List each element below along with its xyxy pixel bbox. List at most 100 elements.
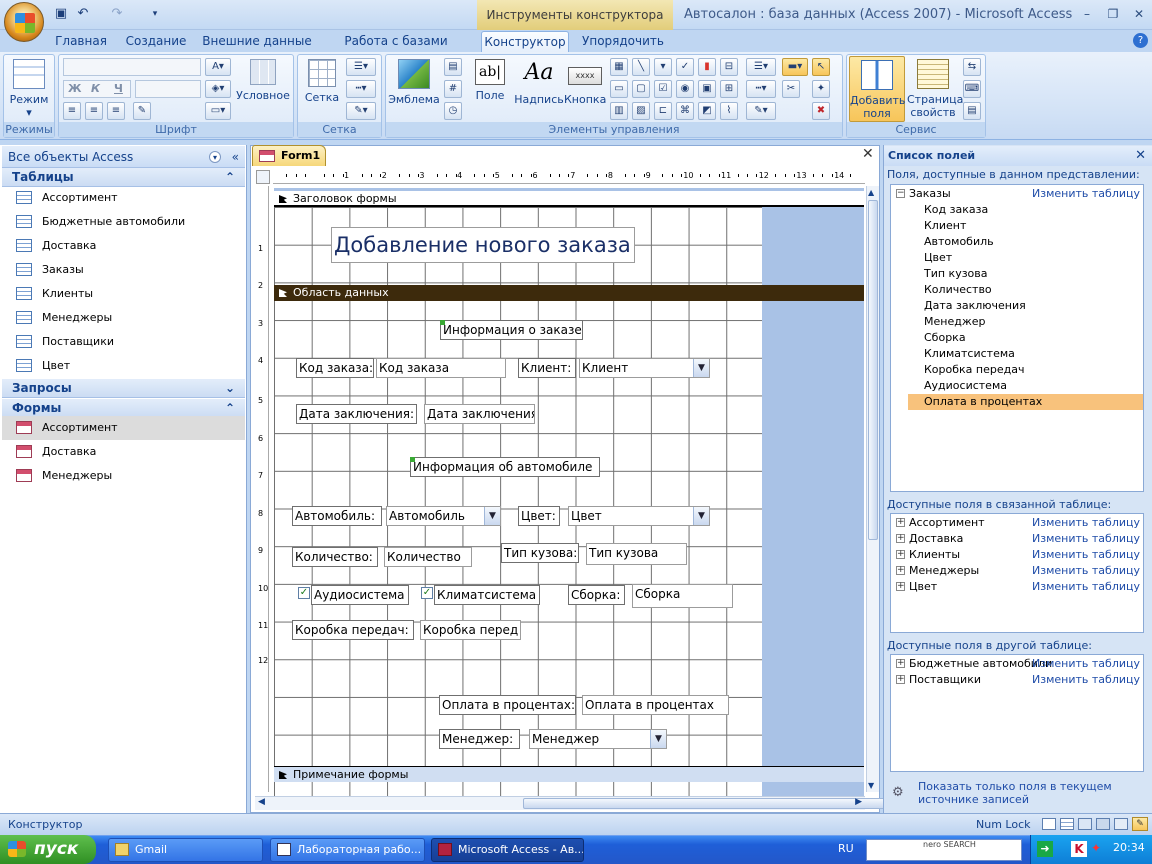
sound-icon[interactable]: ✦ — [1091, 841, 1101, 855]
nav-section-tables[interactable]: Таблицы ⌃ — [2, 168, 245, 187]
form-selector[interactable] — [256, 170, 270, 184]
nav-menu-icon[interactable]: ▾ — [209, 151, 221, 163]
payment-label[interactable]: Оплата в процентах: — [439, 695, 576, 715]
command-button[interactable]: xxxx Кнопка — [564, 59, 606, 106]
scroll-right-icon[interactable]: ▶ — [855, 797, 862, 807]
nav-table-item[interactable]: Заказы — [2, 258, 245, 282]
checkbox-icon[interactable]: ☑ — [654, 80, 672, 98]
nav-table-item[interactable]: Цвет — [2, 354, 245, 378]
audio-checkbox[interactable]: ✓ — [298, 587, 310, 599]
select-pointer-icon[interactable]: ↖ — [812, 58, 830, 76]
expand-icon[interactable]: + — [896, 675, 905, 684]
color-combo[interactable]: Цвет ▼ — [568, 506, 710, 526]
nav-form-item[interactable]: Ассортимент — [2, 416, 245, 440]
design-view-icon[interactable]: ✎ — [1132, 817, 1148, 831]
code-icon[interactable]: ⌨ — [963, 80, 981, 98]
nav-form-item[interactable]: Доставка — [2, 440, 245, 464]
form-title-label[interactable]: Добавление нового заказа — [331, 227, 635, 263]
quantity-field[interactable]: Количество — [384, 547, 472, 567]
assembly-label[interactable]: Сборка: — [568, 585, 625, 605]
tab-create[interactable]: Создание — [122, 31, 190, 53]
field-list-field[interactable]: Тип кузова — [908, 266, 1143, 282]
gearbox-label[interactable]: Коробка передач: — [292, 620, 414, 640]
edit-table-link[interactable]: Изменить таблицу — [1032, 656, 1140, 672]
toggle-icon[interactable]: ✓ — [676, 58, 694, 76]
pivot-view-icon[interactable] — [1078, 818, 1092, 830]
group-box-icon[interactable]: ▥ — [610, 102, 628, 120]
info-car-label[interactable]: Информация об автомобиле — [410, 457, 600, 477]
nero-search-box[interactable]: nero SEARCH — [866, 839, 1022, 861]
edit-table-link[interactable]: Изменить таблицу — [1032, 672, 1140, 688]
language-indicator[interactable]: RU — [838, 842, 854, 855]
line-type-icon[interactable]: ┅▾ — [346, 80, 376, 98]
italic-icon[interactable]: К — [91, 82, 100, 95]
car-combo[interactable]: Автомобиль ▼ — [386, 506, 501, 526]
line-color2-icon[interactable]: ✎▾ — [346, 102, 376, 120]
manager-label[interactable]: Менеджер: — [439, 729, 520, 749]
related-table-row[interactable]: + Цвет Изменить таблицу — [891, 579, 1143, 595]
combobox-icon[interactable]: ▾ — [654, 58, 672, 76]
tab-database-tools[interactable]: Работа с базами данных — [322, 31, 470, 69]
font-style-buttons[interactable]: Ж К Ч — [63, 80, 131, 98]
conditional-button[interactable]: Условное — [235, 59, 291, 102]
expand-icon[interactable]: + — [896, 659, 905, 668]
nav-table-item[interactable]: Поставщики — [2, 330, 245, 354]
nav-table-item[interactable]: Менеджеры — [2, 306, 245, 330]
body-type-label[interactable]: Тип кузова: — [501, 543, 579, 563]
expand-icon[interactable]: + — [896, 582, 905, 591]
save-icon[interactable]: ▣ — [52, 5, 70, 23]
other-table-row[interactable]: + Поставщики Изменить таблицу — [891, 672, 1143, 688]
page-break-icon[interactable]: ⊏ — [654, 102, 672, 120]
undo-icon[interactable]: ↶ — [74, 5, 92, 23]
field-list-field[interactable]: Аудиосистема — [908, 378, 1143, 394]
climate-checkbox[interactable]: ✓ — [421, 587, 433, 599]
line-color-icon[interactable]: ▭▾ — [205, 102, 231, 120]
nav-collapse-icon[interactable]: « — [232, 146, 239, 168]
chevron-down-icon[interactable]: ▼ — [693, 359, 709, 377]
related-table-row[interactable]: + Ассортимент Изменить таблицу — [891, 515, 1143, 531]
nav-form-item[interactable]: Менеджеры — [2, 464, 245, 488]
section-form-footer[interactable]: Примечание формы — [274, 766, 864, 782]
kaspersky-icon[interactable]: K — [1071, 841, 1087, 857]
order-code-field[interactable]: Код заказа — [376, 358, 506, 378]
chevron-down-icon[interactable]: ▼ — [484, 507, 500, 525]
related-table-row[interactable]: + Клиенты Изменить таблицу — [891, 547, 1143, 563]
special-effect-icon[interactable]: ▬▾ — [782, 58, 808, 76]
scroll-left-icon[interactable]: ◀ — [258, 797, 265, 807]
image-icon[interactable]: ▨ — [632, 102, 650, 120]
fill-color-icon[interactable]: ◈▾ — [205, 80, 231, 98]
line-color3-icon[interactable]: ✎▾ — [746, 102, 776, 120]
taskbar-item-access[interactable]: Microsoft Access - Ав... — [431, 838, 584, 862]
edit-table-link[interactable]: Изменить таблицу — [1032, 563, 1140, 579]
restore-icon[interactable]: ❐ — [1102, 5, 1124, 23]
payment-field[interactable]: Оплата в процентах — [582, 695, 729, 715]
field-list-field[interactable]: Клиент — [908, 218, 1143, 234]
section-detail[interactable]: Область данных — [274, 285, 864, 301]
field-list-field[interactable]: Дата заключения — [908, 298, 1143, 314]
object-frame-icon[interactable]: ◩ — [698, 102, 716, 120]
bold-icon[interactable]: Ж — [68, 82, 81, 95]
related-table-row[interactable]: + Доставка Изменить таблицу — [891, 531, 1143, 547]
line-thickness2-icon[interactable]: ☰▾ — [746, 58, 776, 76]
tab-order-icon[interactable]: ⇆ — [963, 58, 981, 76]
help-icon[interactable]: ? — [1133, 33, 1148, 48]
set-control-defaults-icon[interactable]: ✂ — [782, 80, 800, 98]
font-size-select[interactable] — [135, 80, 201, 98]
align-left-icon[interactable]: ≡ — [63, 102, 81, 120]
underline-icon[interactable]: Ч — [114, 82, 123, 95]
field-list-field[interactable]: Оплата в процентах — [908, 394, 1143, 410]
tab-external-data[interactable]: Внешние данные — [202, 31, 312, 53]
client-label[interactable]: Клиент: — [518, 358, 576, 378]
line-icon[interactable]: ╲ — [632, 58, 650, 76]
edit-table-link[interactable]: Изменить таблицу — [1032, 186, 1140, 202]
manager-combo[interactable]: Менеджер ▼ — [529, 729, 667, 749]
align-right-icon[interactable]: ≡ — [107, 102, 125, 120]
field-list-field[interactable]: Коробка передач — [908, 362, 1143, 378]
rectangle-icon[interactable]: ▭ — [610, 80, 628, 98]
scroll-up-icon[interactable]: ▲ — [868, 188, 874, 197]
chevron-up-icon[interactable]: ⌃ — [225, 168, 235, 187]
font-color-icon[interactable]: A▾ — [205, 58, 231, 76]
form-view-icon[interactable] — [1042, 818, 1056, 830]
redo-icon[interactable]: ↷ — [108, 5, 126, 23]
page-number-icon[interactable]: # — [444, 80, 462, 98]
